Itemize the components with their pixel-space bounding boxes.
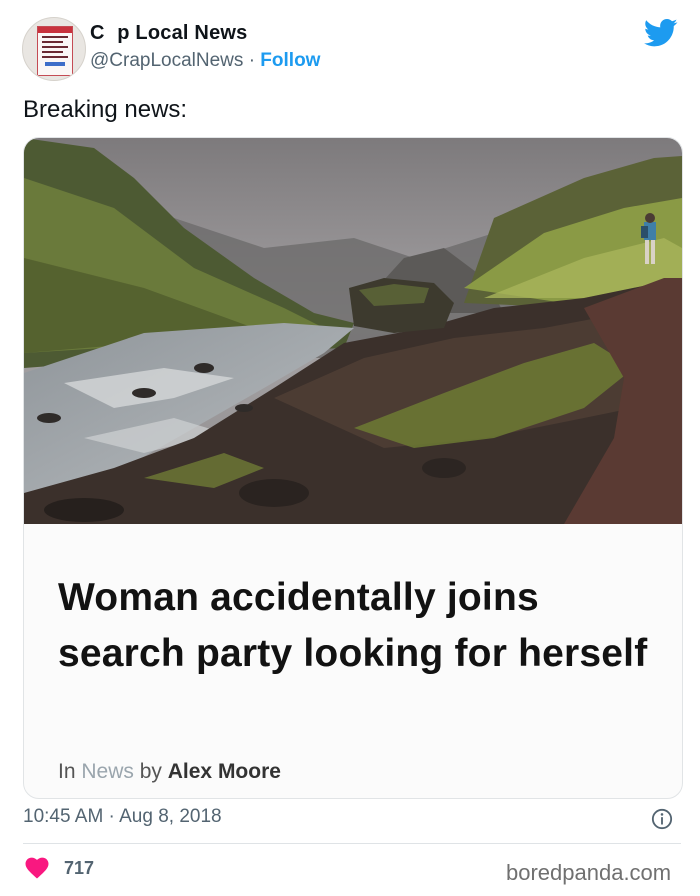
tweet-text: Breaking news: <box>23 96 188 123</box>
handle-row: @CrapLocalNews · Follow <box>90 50 320 72</box>
twitter-bird-icon[interactable] <box>644 18 678 48</box>
article-byline: In News by Alex Moore <box>58 760 281 784</box>
byline-category-link[interactable]: News <box>81 760 134 783</box>
avatar-sign-image <box>37 26 73 76</box>
article-headline: Woman accidentally joins search party lo… <box>58 576 648 675</box>
article-photo[interactable] <box>24 138 682 524</box>
tweet-timestamp[interactable]: 10:45 AM · Aug 8, 2018 <box>23 806 222 828</box>
byline-prefix: In <box>58 760 76 783</box>
byline-author: Alex Moore <box>167 760 281 783</box>
avatar[interactable] <box>22 17 86 81</box>
like-count: 717 <box>64 858 95 878</box>
watermark: boredpanda.com <box>506 860 672 885</box>
follow-button[interactable]: Follow <box>260 50 320 71</box>
divider <box>23 843 681 844</box>
user-handle[interactable]: @CrapLocalNews <box>90 50 243 71</box>
tweet-card: C p Local News @CrapLocalNews · Follow B… <box>0 0 700 896</box>
heart-icon[interactable] <box>25 857 49 879</box>
separator-dot: · <box>248 50 256 71</box>
article-card[interactable]: Woman accidentally joins search party lo… <box>23 137 683 799</box>
info-icon[interactable] <box>651 808 673 830</box>
display-name[interactable]: C p Local News <box>90 22 247 45</box>
byline-by: by <box>139 760 162 783</box>
